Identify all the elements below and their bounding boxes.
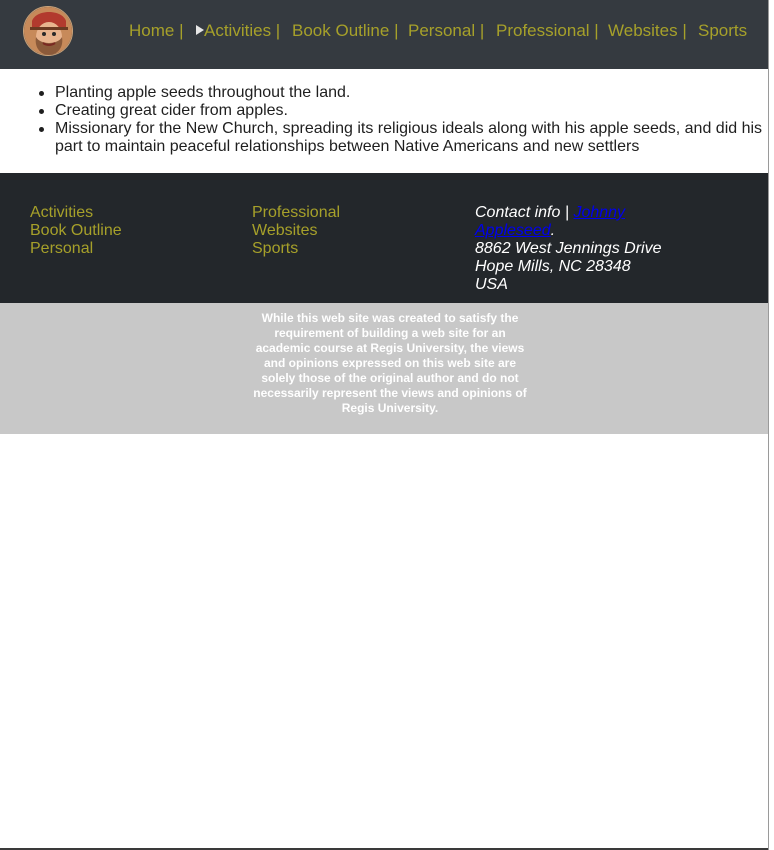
contact-label: Contact info | <box>475 204 574 221</box>
footer-link-professional[interactable]: Professional <box>252 204 340 222</box>
disclaimer-section: While this web site was created to satis… <box>0 303 768 434</box>
list-item: Missionary for the New Church, spreading… <box>37 120 767 156</box>
address-city: Hope Mills, NC 28348 <box>475 258 631 275</box>
footer-links-col-2: Professional Websites Sports <box>252 204 340 258</box>
page: Home | Activities | Book Outline | Perso… <box>0 0 768 850</box>
contact-info: Contact info | Johnny Appleseed. 8862 We… <box>475 204 675 294</box>
footer-links-col-1: Activities Book Outline Personal <box>30 204 122 258</box>
footer-link-websites[interactable]: Websites <box>252 222 340 240</box>
bullet-icon <box>39 91 44 96</box>
bullet-icon <box>39 109 44 114</box>
footer-link-personal[interactable]: Personal <box>30 240 122 258</box>
list-item: Planting apple seeds throughout the land… <box>37 84 767 102</box>
activities-list: Planting apple seeds throughout the land… <box>37 84 767 156</box>
address-country: USA <box>475 276 508 293</box>
address-street: 8862 West Jennings Drive <box>475 240 662 257</box>
logo-avatar[interactable] <box>23 6 73 56</box>
window-edge <box>768 0 774 850</box>
nav-home[interactable]: Home | <box>129 21 184 41</box>
list-item: Creating great cider from apples. <box>37 102 767 120</box>
footer-link-sports[interactable]: Sports <box>252 240 340 258</box>
nav-professional[interactable]: Professional | <box>496 21 599 41</box>
contact-period: . <box>550 222 556 239</box>
footer-link-activities[interactable]: Activities <box>30 204 122 222</box>
site-header: Home | Activities | Book Outline | Perso… <box>0 0 768 69</box>
footer-link-book-outline[interactable]: Book Outline <box>30 222 122 240</box>
nav-sports[interactable]: Sports <box>698 21 747 41</box>
contact-line: Contact info | Johnny Appleseed. <box>475 204 675 240</box>
activities-content: Planting apple seeds throughout the land… <box>0 69 768 173</box>
current-page-arrow-icon <box>196 25 204 35</box>
disclaimer-text: While this web site was created to satis… <box>253 311 527 415</box>
nav-websites[interactable]: Websites | <box>608 21 687 41</box>
nav-personal[interactable]: Personal | <box>408 21 484 41</box>
nav-activities[interactable]: Activities | <box>196 21 280 41</box>
nav-book-outline[interactable]: Book Outline | <box>292 21 398 41</box>
bullet-icon <box>39 127 44 132</box>
portrait-icon <box>24 7 72 55</box>
site-footer: Activities Book Outline Personal Profess… <box>0 173 768 303</box>
